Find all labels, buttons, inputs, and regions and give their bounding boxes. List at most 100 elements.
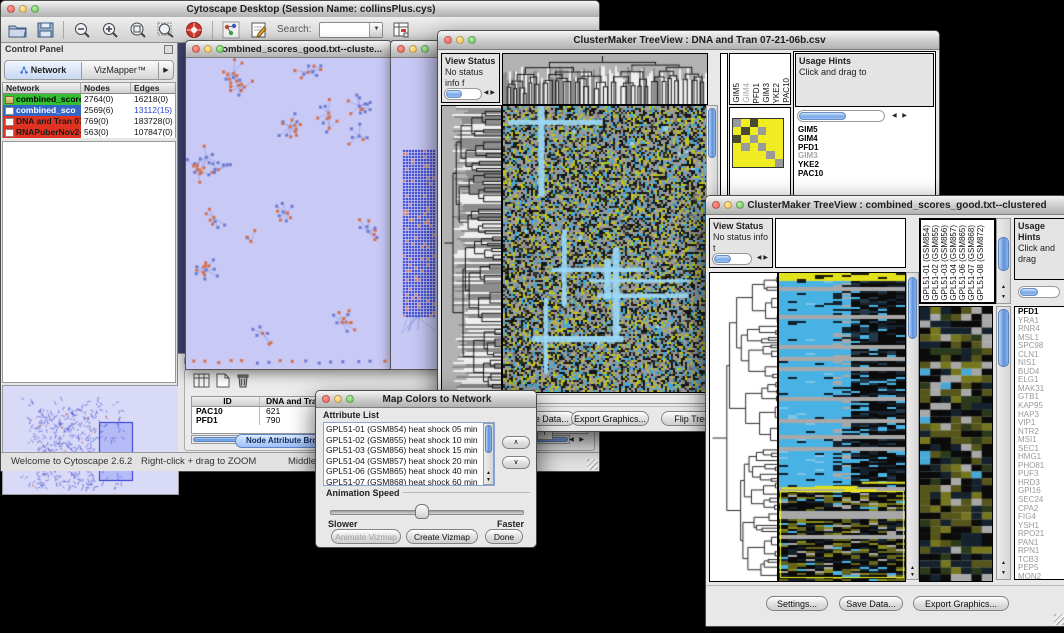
minimize-icon[interactable] <box>456 36 464 44</box>
column-label[interactable]: GPL51-01 (GSM854) <box>922 225 931 301</box>
tv2-gene-list[interactable]: PFD1YRA1RNR4MSL1SPC98CLN1NIS1BUD4ELG1MAK… <box>1018 308 1044 582</box>
tv2-zoom-heatmap[interactable] <box>919 306 993 582</box>
id-column-header[interactable]: ID <box>192 397 260 406</box>
tab-network[interactable]: Network <box>5 62 82 79</box>
float-panel-icon[interactable] <box>164 45 173 54</box>
zoom-window-icon[interactable] <box>736 201 744 209</box>
column-label[interactable]: GIM4 <box>742 83 751 103</box>
search-input[interactable]: ▼ <box>319 22 383 38</box>
attribute-list-item[interactable]: GPL51-06 (GSM865) heat shock 40 min <box>326 466 492 477</box>
dialog-titlebar[interactable]: Map Colors to Network <box>316 391 536 408</box>
close-icon[interactable] <box>322 395 330 403</box>
close-icon[interactable] <box>397 45 405 53</box>
tv2-status-scrollbar[interactable] <box>712 253 752 265</box>
attribute-table-icon[interactable] <box>391 20 411 40</box>
tv1-column-dendrogram[interactable] <box>502 53 708 105</box>
column-label[interactable]: GPL51-04 (GSM857) <box>949 225 958 301</box>
zoom-window-icon[interactable] <box>468 36 476 44</box>
scroll-arrows[interactable]: ◀▶ <box>484 88 497 99</box>
scroll-arrows[interactable]: ◀▶ <box>757 253 770 264</box>
tv1-status-scrollbar[interactable] <box>444 88 482 100</box>
tv1-mini-heatmap[interactable] <box>732 118 784 168</box>
speed-slider-thumb[interactable] <box>415 504 429 519</box>
settings-button[interactable]: Settings... <box>766 596 828 611</box>
open-file-icon[interactable] <box>7 20 27 40</box>
network-canvas[interactable] <box>186 58 389 368</box>
minimize-icon[interactable] <box>334 395 342 403</box>
grid-network-canvas[interactable] <box>391 58 439 368</box>
save-icon[interactable] <box>35 20 55 40</box>
help-lifering-icon[interactable] <box>184 20 204 40</box>
close-icon[interactable] <box>192 45 200 53</box>
annotation-icon[interactable] <box>249 20 269 40</box>
network-view-titlebar[interactable]: combined_scores_good.txt--cluste... <box>186 41 391 58</box>
col-network[interactable]: Network <box>3 83 81 93</box>
zoom-window-icon[interactable] <box>346 395 354 403</box>
export-graphics-button[interactable]: Export Graphics... <box>571 411 649 426</box>
network-table-row[interactable]: combined_scores2764(0)16218(0) <box>3 94 175 105</box>
column-label[interactable]: GPL51-02 (GSM855) <box>931 225 940 301</box>
zoom-window-icon[interactable] <box>421 45 429 53</box>
column-label[interactable]: GPL51-07 (GSM868) <box>967 225 976 301</box>
column-label[interactable]: GIM3 <box>762 83 771 103</box>
col-edges[interactable]: Edges <box>131 83 175 93</box>
network-table-row[interactable]: combined_sco2569(6)13112(15) <box>3 105 175 116</box>
close-icon[interactable] <box>7 5 15 13</box>
save-data-button[interactable]: Save Data... <box>839 596 903 611</box>
tv2-genelist-scrollbar[interactable]: ▲ ▼ <box>996 306 1011 580</box>
network-table-row[interactable]: RNAPuberNov2+563(0)107847(0) <box>3 127 175 138</box>
zoom-out-icon[interactable] <box>72 20 92 40</box>
close-icon[interactable] <box>444 36 452 44</box>
create-vizmap-button[interactable]: Create Vizmap <box>406 529 478 544</box>
attribute-list-scrollbar[interactable]: ▲ ▼ <box>483 423 494 485</box>
zoom-selected-icon[interactable] <box>128 20 148 40</box>
attribute-list-item[interactable]: GPL51-01 (GSM854) heat shock 05 min <box>326 424 492 435</box>
resize-grip[interactable] <box>587 459 598 470</box>
birdseye-view[interactable] <box>2 385 179 495</box>
export-graphics-button[interactable]: Export Graphics... <box>913 596 1009 611</box>
column-label[interactable]: PFD1 <box>752 83 761 103</box>
tv1-row-dendrogram[interactable] <box>441 105 502 393</box>
tv2-heatmap[interactable] <box>778 272 906 582</box>
network-tree-area[interactable] <box>2 141 176 383</box>
tv2-collabel-scrollbar[interactable]: ▲ ▼ <box>996 218 1011 304</box>
window-controls[interactable] <box>7 5 39 13</box>
new-attribute-icon[interactable] <box>216 373 230 393</box>
column-label[interactable]: PAC10 <box>782 78 791 103</box>
tv1-gene-list[interactable]: GIM5GIM4PFD1GIM3YKE2PAC10 <box>798 126 823 179</box>
move-down-button[interactable]: ∨ <box>502 456 530 469</box>
column-label[interactable]: GPL51-06 (GSM865) <box>958 225 967 301</box>
attribute-listbox[interactable]: GPL51-01 (GSM854) heat shock 05 minGPL51… <box>323 422 495 486</box>
tv1-hints-scrollbar[interactable] <box>797 110 885 122</box>
attribute-list-item[interactable]: GPL51-04 (GSM857) heat shock 20 min <box>326 456 492 467</box>
close-icon[interactable] <box>712 201 720 209</box>
minimize-icon[interactable] <box>409 45 417 53</box>
minimize-icon[interactable] <box>724 201 732 209</box>
attribute-list-item[interactable]: GPL51-02 (GSM855) heat shock 10 min <box>326 435 492 446</box>
scroll-arrows[interactable]: ◀ ▶ <box>892 112 909 119</box>
move-up-button[interactable]: ∧ <box>502 436 530 449</box>
column-label[interactable]: GPL51-03 (GSM856) <box>940 225 949 301</box>
tab-overflow-icon[interactable]: ▶ <box>158 62 173 79</box>
node-chart-icon[interactable] <box>221 20 241 40</box>
treeview1-titlebar[interactable]: ClusterMaker TreeView : DNA and Tran 07-… <box>438 31 939 50</box>
delete-attribute-icon[interactable] <box>236 373 250 393</box>
zoom-fit-icon[interactable] <box>156 20 176 40</box>
tv2-row-dendrogram[interactable] <box>709 272 778 582</box>
zoom-window-icon[interactable] <box>216 45 224 53</box>
minimize-icon[interactable] <box>19 5 27 13</box>
column-label[interactable]: YKE2 <box>772 83 781 103</box>
attribute-list-item[interactable]: GPL51-07 (GSM868) heat shock 60 min <box>326 477 492 487</box>
column-label[interactable]: GPL51-08 (GSM872) <box>976 225 985 301</box>
attribute-select-icon[interactable] <box>193 373 210 393</box>
gene-label[interactable]: PAC10 <box>798 170 823 179</box>
tab-vizmapper[interactable]: VizMapper™ <box>82 62 158 79</box>
main-titlebar[interactable]: Cytoscape Desktop (Session Name: collins… <box>1 1 599 18</box>
gene-label[interactable]: MON2 <box>1018 573 1044 582</box>
zoom-in-icon[interactable] <box>100 20 120 40</box>
done-button[interactable]: Done <box>485 529 523 544</box>
grid-view-titlebar[interactable] <box>391 41 441 58</box>
treeview2-titlebar[interactable]: ClusterMaker TreeView : combined_scores_… <box>706 196 1064 215</box>
search-dropdown-icon[interactable]: ▼ <box>369 23 382 37</box>
scroll-arrows[interactable]: ◀ ▶ <box>569 436 586 443</box>
